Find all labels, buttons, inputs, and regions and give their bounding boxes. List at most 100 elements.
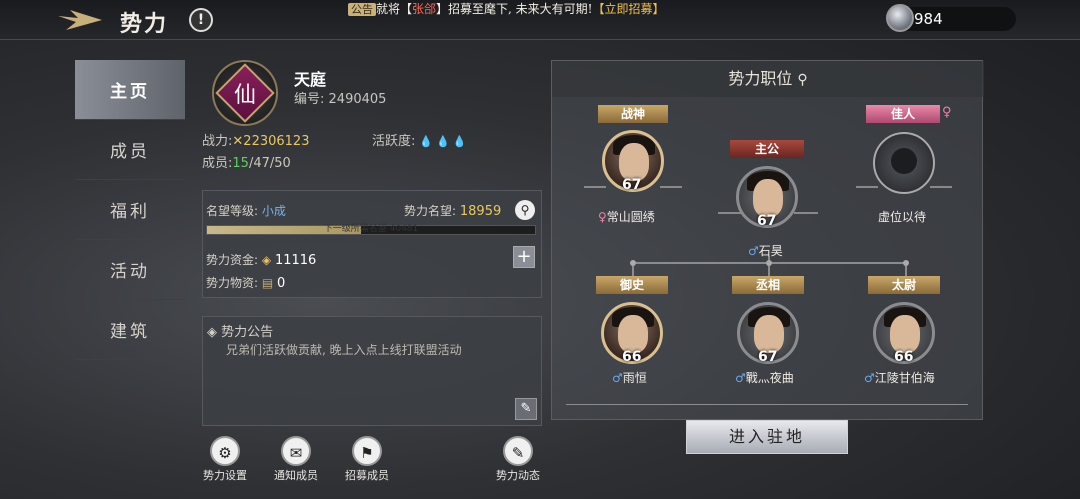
level-chancellor: 67 — [758, 349, 778, 365]
reputation-progress-text: 下一级所需名望 40481 — [323, 224, 419, 234]
female-icon: ♀ — [942, 105, 952, 120]
document-icon: ✎ — [503, 436, 533, 466]
add-funds-button[interactable]: + — [513, 246, 535, 268]
activity-drops-icon: 💧💧💧 — [419, 135, 470, 148]
reputation-points-value: 18959 — [459, 204, 502, 219]
members-label: 成员: — [202, 156, 233, 171]
search-icon[interactable]: ⚲ — [797, 72, 807, 88]
funds-value: 11116 — [274, 253, 317, 268]
member-name-text: 江陵甘伯海 — [874, 371, 935, 385]
role-badge-censor: 御史 — [596, 276, 668, 294]
envelope-icon: ✉ — [281, 436, 311, 466]
faction-news-label: 势力动态 — [496, 469, 540, 482]
connector-dot — [630, 260, 636, 266]
gear-icon: ⚙ — [210, 436, 240, 466]
reputation-level-value: 小成 — [261, 204, 286, 218]
sidebar-item-activity[interactable]: 活动 — [75, 240, 185, 300]
faction-emblem: 仙 — [212, 60, 278, 126]
faction-id-label: 编号: — [294, 92, 325, 107]
faction-id-value: 2490405 — [328, 92, 387, 107]
power-value: 22306123 — [243, 134, 310, 149]
members-online: 15 — [232, 156, 249, 171]
info-icon[interactable]: ! — [189, 8, 213, 32]
sidebar: 主页 成员 福利 活动 建筑 — [75, 60, 185, 360]
search-icon[interactable]: ⚲ — [515, 200, 535, 220]
notice-title-text: 势力公告 — [221, 325, 274, 340]
silver-coin-icon — [886, 4, 914, 32]
member-name-grand-marshal: ♂江陵甘伯海 — [864, 369, 935, 386]
currency-display: 984 — [886, 4, 1016, 32]
faction-settings-label: 势力设置 — [203, 469, 247, 482]
positions-title: 势力职位 — [728, 69, 793, 88]
announcement-tag: 公告 — [348, 3, 376, 16]
funds-row: 势力资金: ◈ 11116 — [206, 251, 316, 268]
recruit-icon: ⚑ — [352, 436, 382, 466]
materials-value: 0 — [277, 276, 286, 291]
positions-header: 势力职位 ⚲ — [552, 61, 984, 97]
notice-body: 兄弟们活跃做贡献, 晚上入点上线打联盟活动 — [226, 343, 462, 357]
power-label: 战力: — [202, 134, 233, 149]
member-name-chancellor: ♂戰灬夜曲 — [735, 369, 794, 386]
level-censor: 66 — [622, 349, 642, 365]
materials-row: 势力物资: ▤ 0 — [206, 274, 285, 291]
sidebar-item-buildings[interactable]: 建筑 — [75, 300, 185, 360]
faction-name: 天庭 — [294, 70, 327, 89]
male-icon: ♂ — [748, 244, 759, 258]
member-name-text: 常山圆绣 — [606, 210, 655, 224]
sidebar-item-members[interactable]: 成员 — [75, 120, 185, 180]
funds-label: 势力资金: — [206, 253, 259, 267]
sidebar-item-home[interactable]: 主页 — [75, 60, 185, 120]
sword-icon: ✕ — [232, 134, 244, 149]
notify-members-button[interactable]: ✉ 通知成员 — [266, 436, 326, 483]
level-lord: 67 — [757, 213, 777, 229]
marquee-hero-name: 张郃 — [412, 2, 437, 16]
notify-members-label: 通知成员 — [274, 469, 318, 482]
emblem-char: 仙 — [233, 83, 256, 108]
wing-decoration — [718, 212, 742, 226]
wing-decoration — [856, 186, 878, 200]
reputation-level-label: 名望等级: — [206, 204, 259, 218]
currency-value: 984 — [914, 10, 943, 28]
announcement-marquee: 公告 就将【张郃】招募至麾下, 未来大有可期!【立即招募】 — [348, 0, 665, 16]
wing-decoration — [660, 186, 682, 200]
connector-dot — [766, 260, 772, 266]
role-badge-beauty: 佳人 — [866, 105, 940, 123]
activity-label: 活跃度: — [372, 134, 416, 149]
top-bar: 势力 ! 公告 就将【张郃】招募至麾下, 未来大有可期!【立即招募】 984 — [0, 0, 1080, 40]
role-badge-grand-marshal: 太尉 — [868, 276, 940, 294]
male-icon: ♂ — [864, 371, 875, 385]
reputation-points: 势力名望: 18959 — [404, 202, 501, 219]
recruit-members-button[interactable]: ⚑ 招募成员 — [337, 436, 397, 483]
materials-label: 势力物资: — [206, 276, 259, 290]
recruit-members-label: 招募成员 — [345, 469, 389, 482]
recruit-now-link[interactable]: 【立即招募】 — [592, 2, 664, 16]
marquee-pre: 就将【 — [376, 2, 413, 16]
back-arrow-icon[interactable] — [52, 6, 104, 34]
sidebar-item-welfare[interactable]: 福利 — [75, 180, 185, 240]
empty-slot-icon — [891, 148, 917, 174]
faction-id: 编号: 2490405 — [294, 88, 386, 107]
member-name-text: 雨恒 — [622, 371, 647, 385]
level-grand-marshal: 66 — [894, 349, 914, 365]
role-badge-chancellor: 丞相 — [732, 276, 804, 294]
role-badge-lord: 主公 — [730, 140, 804, 158]
member-name-censor: ♂雨恒 — [612, 369, 647, 386]
level-war-god: 67 — [622, 177, 642, 193]
edit-notice-button[interactable]: ✎ — [515, 398, 537, 420]
male-icon: ♂ — [735, 371, 746, 385]
role-badge-war-god: 战神 — [598, 105, 668, 123]
enter-base-button[interactable]: 进入驻地 — [686, 420, 848, 454]
notice-title: ◈ 势力公告 — [207, 321, 273, 340]
avatar-empty-slot[interactable] — [873, 132, 935, 194]
faction-settings-button[interactable]: ⚙ 势力设置 — [195, 436, 255, 483]
members-stat: 成员:15/47/50 — [202, 152, 291, 171]
member-name-beauty: 虚位以待 — [878, 210, 927, 224]
coin-pouch-icon: ◈ — [261, 253, 272, 267]
member-name-lord: ♂石昊 — [748, 242, 783, 259]
member-name-text: 石昊 — [758, 244, 783, 258]
reputation-points-label: 势力名望: — [404, 204, 457, 218]
member-name-text: 戰灬夜曲 — [745, 371, 794, 385]
wing-decoration — [930, 186, 952, 200]
wing-decoration — [794, 212, 818, 226]
faction-news-button[interactable]: ✎ 势力动态 — [488, 436, 548, 483]
